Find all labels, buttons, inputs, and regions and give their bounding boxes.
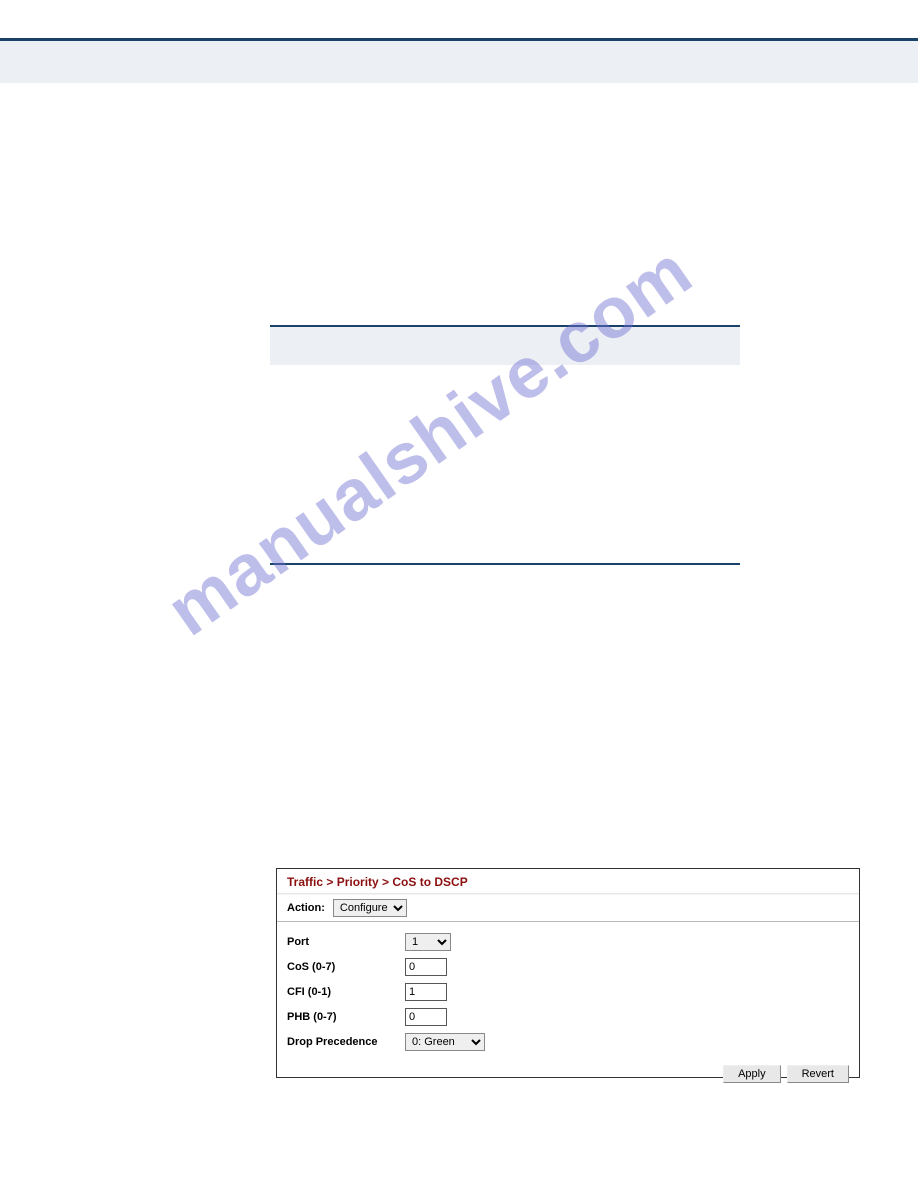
drop-label: Drop Precedence (287, 1036, 405, 1048)
mid-band (270, 327, 740, 365)
apply-button[interactable]: Apply (723, 1065, 781, 1083)
cfi-label: CFI (0-1) (287, 986, 405, 998)
row-cos: CoS (0-7) (287, 957, 849, 977)
page-top-band (0, 41, 918, 83)
cfi-input[interactable] (405, 983, 447, 1001)
config-panel: Traffic > Priority > CoS to DSCP Action:… (276, 868, 860, 1078)
form-body: Port 1 CoS (0-7) CFI (0-1) PHB (0-7) Dro… (277, 922, 859, 1052)
port-select[interactable]: 1 (405, 933, 451, 951)
row-port: Port 1 (287, 932, 849, 952)
action-label: Action: (287, 902, 325, 914)
port-label: Port (287, 936, 405, 948)
mid-bottom-rule (270, 563, 740, 565)
breadcrumb-title: Traffic > Priority > CoS to DSCP (277, 869, 859, 893)
action-row: Action: Configure (277, 895, 859, 921)
row-cfi: CFI (0-1) (287, 982, 849, 1002)
row-drop: Drop Precedence 0: Green (287, 1032, 849, 1052)
phb-label: PHB (0-7) (287, 1011, 405, 1023)
phb-input[interactable] (405, 1008, 447, 1026)
cos-label: CoS (0-7) (287, 961, 405, 973)
revert-button[interactable]: Revert (787, 1065, 849, 1083)
button-row: Apply Revert (277, 1057, 859, 1093)
row-phb: PHB (0-7) (287, 1007, 849, 1027)
mid-note-box (270, 325, 740, 565)
action-select[interactable]: Configure (333, 899, 407, 917)
cos-input[interactable] (405, 958, 447, 976)
drop-select[interactable]: 0: Green (405, 1033, 485, 1051)
